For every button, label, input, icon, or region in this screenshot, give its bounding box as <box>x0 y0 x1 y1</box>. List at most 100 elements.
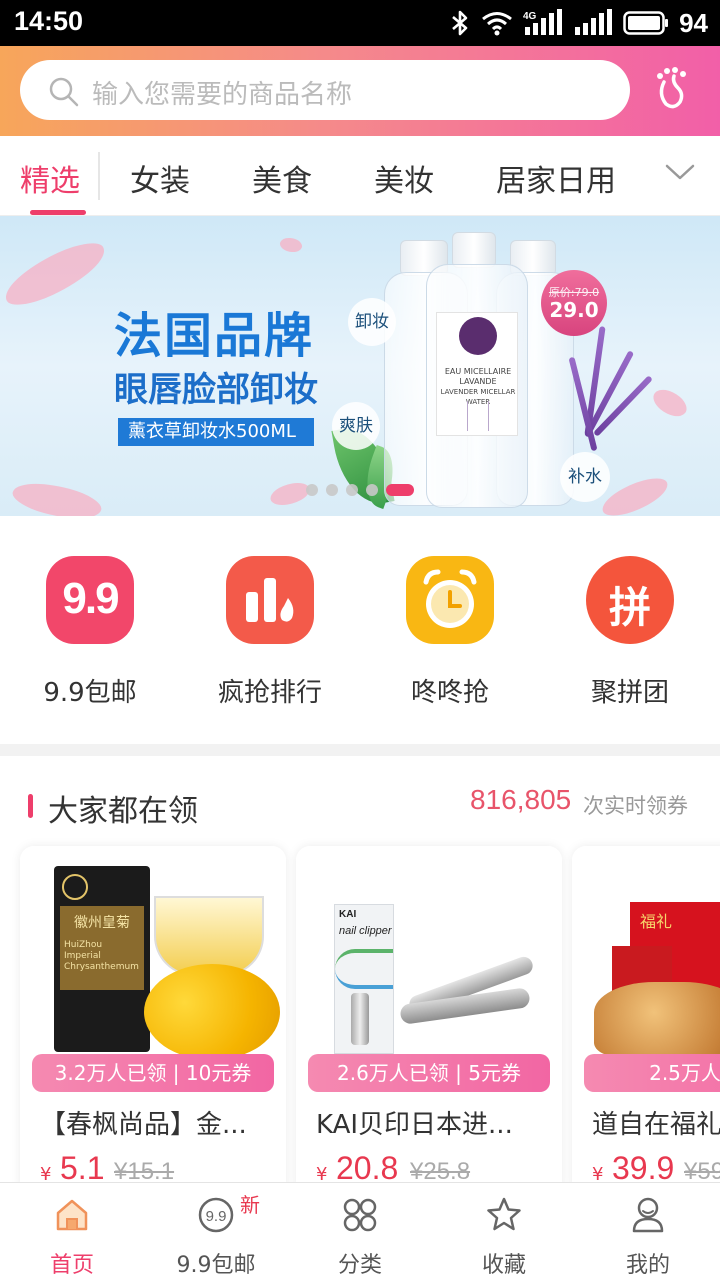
banner-title: 法国品牌 <box>114 308 315 364</box>
battery-icon <box>623 11 669 35</box>
category-icon <box>338 1193 382 1237</box>
carousel-dots <box>306 484 414 496</box>
status-bar: 14:50 4G 94 <box>0 0 720 46</box>
wifi-icon <box>482 12 513 36</box>
package-brand: KAI <box>339 909 357 920</box>
carousel-dot[interactable] <box>346 484 358 496</box>
bluetooth-icon <box>452 10 468 36</box>
banner-tag: 薰衣草卸妆水500ML <box>118 418 314 446</box>
carousel-dot[interactable] <box>306 484 318 496</box>
new-badge: 新 <box>240 1193 260 1217</box>
petal-decoration <box>9 474 105 516</box>
footprint-icon[interactable] <box>650 64 694 112</box>
nuts <box>594 982 720 1058</box>
package-brand: 福礼 <box>640 912 673 931</box>
nav-category[interactable]: 分类 <box>288 1193 432 1279</box>
alarm-clock-icon <box>406 556 494 644</box>
nav-99[interactable]: 9.9 9.9包邮 <box>144 1193 288 1279</box>
quick-link-label: 9.9包邮 <box>43 678 137 708</box>
quick-links: 9.9 9.9包邮 疯抢排行 咚咚抢 拼 聚拼团 <box>0 516 720 744</box>
package-text: HuiZhou Imperial Chrysanthemum <box>64 940 139 972</box>
bottle-cap <box>452 232 496 268</box>
battery-level: 94 <box>679 7 708 38</box>
quick-link-ranking[interactable]: 疯抢排行 <box>200 556 340 709</box>
product-card[interactable]: 福礼 2.5万人已领 道自在福礼 ¥ 39.9 ¥59 <box>572 846 720 1196</box>
nav-profile[interactable]: 我的 <box>576 1193 720 1279</box>
tab-women[interactable]: 女装 <box>130 156 190 200</box>
quick-link-label: 聚拼团 <box>590 678 669 708</box>
chrysanthemum-flowers <box>144 964 280 1060</box>
status-icons: 4G 94 <box>449 8 708 38</box>
coupon-badge: 3.2万人已领 | 10元券 <box>32 1054 274 1092</box>
coupon-badge: 2.5万人已领 <box>584 1054 720 1092</box>
category-tabs: 精选 女装 美食 美妆 居家日用 <box>0 136 720 216</box>
search-placeholder[interactable]: 输入您需要的商品名称 <box>92 74 352 111</box>
bottle-text-2: LAVANDE <box>459 377 497 386</box>
bubble-label: 补水 <box>560 452 610 502</box>
tab-divider <box>98 152 100 200</box>
search-box[interactable]: 输入您需要的商品名称 <box>20 60 630 120</box>
profile-icon <box>626 1193 670 1237</box>
ranking-icon <box>226 556 314 644</box>
product-title: KAI贝印日本进... <box>316 1110 513 1140</box>
section-accent-bar <box>28 794 33 818</box>
nav-label: 收藏 <box>481 1253 526 1278</box>
lavender-sketch <box>467 401 489 431</box>
bubble-label: 卸妆 <box>348 298 396 346</box>
nav-label: 分类 <box>337 1253 382 1278</box>
popular-coupons-section: 大家都在领 816,805 次实时领券 徽州皇菊 HuiZhou Imperia… <box>0 756 720 1196</box>
bottom-navigation: 首页 9.9 9.9包邮 新 分类 收藏 我的 <box>0 1182 720 1280</box>
svg-text:9.9: 9.9 <box>206 1208 227 1225</box>
claim-count-suffix: 次实时领券 <box>583 794 688 818</box>
product-card[interactable]: KAI nail clipper 2.6万人已领 | 5元券 KAI贝印日本进.… <box>296 846 562 1196</box>
tab-home[interactable]: 居家日用 <box>496 156 616 200</box>
petal-decoration <box>268 480 312 508</box>
bottle-label: EAU MICELLAIRE LAVANDE LAVENDER MICELLAR… <box>436 312 518 436</box>
package-brand: 徽州皇菊 <box>74 915 130 931</box>
nav-favorites[interactable]: 收藏 <box>432 1193 576 1279</box>
product-image: 福礼 <box>572 846 720 1076</box>
chevron-down-icon[interactable] <box>664 162 696 182</box>
banner-subtitle: 眼唇脸部卸妆 <box>114 370 318 410</box>
quick-link-label: 疯抢排行 <box>217 678 322 708</box>
carousel-dot[interactable] <box>326 484 338 496</box>
quick-link-label: 咚咚抢 <box>410 678 489 708</box>
nine-nine-icon: 9.9 <box>46 556 134 644</box>
search-icon <box>49 77 79 107</box>
header: 输入您需要的商品名称 <box>0 46 720 136</box>
nav-label: 9.9包邮 <box>176 1253 256 1278</box>
banner-price: 29.0 <box>549 298 599 322</box>
brand-logo <box>459 317 497 355</box>
product-title: 【春枫尚品】金... <box>40 1110 247 1140</box>
tab-beauty[interactable]: 美妆 <box>374 156 434 200</box>
home-icon <box>50 1193 94 1237</box>
quick-link-flash[interactable]: 咚咚抢 <box>380 556 520 709</box>
price-badge: 原价:79.0 29.0 <box>541 270 607 336</box>
coupon-badge: 2.6万人已领 | 5元券 <box>308 1054 550 1092</box>
tab-food[interactable]: 美食 <box>252 156 312 200</box>
star-icon <box>482 1193 526 1237</box>
product-title: 道自在福礼 <box>592 1110 720 1140</box>
section-title: 大家都在领 <box>48 794 198 829</box>
petal-decoration <box>649 383 691 423</box>
nav-label: 我的 <box>625 1253 670 1278</box>
clipper-package: KAI nail clipper <box>334 904 394 1054</box>
nine-nine-nav-icon: 9.9 <box>194 1193 238 1237</box>
product-image: 徽州皇菊 HuiZhou Imperial Chrysanthemum <box>20 846 286 1076</box>
petal-decoration <box>278 234 304 256</box>
carousel-dot-active[interactable] <box>386 484 414 496</box>
quick-link-99[interactable]: 9.9 9.9包邮 <box>20 556 160 709</box>
promo-banner[interactable]: 法国品牌 眼唇脸部卸妆 薰衣草卸妆水500ML EAU MICELLAIRE L… <box>0 216 720 516</box>
status-time: 14:50 <box>14 6 84 36</box>
product-card[interactable]: 徽州皇菊 HuiZhou Imperial Chrysanthemum 3.2万… <box>20 846 286 1196</box>
carousel-dot[interactable] <box>366 484 378 496</box>
nav-home[interactable]: 首页 <box>0 1193 144 1279</box>
package-text: nail clipper <box>339 925 392 937</box>
tab-featured[interactable]: 精选 <box>20 156 80 200</box>
nav-label: 首页 <box>49 1253 94 1278</box>
signal-4g-icon: 4G <box>523 9 563 35</box>
quick-link-group[interactable]: 拼 聚拼团 <box>560 556 700 709</box>
claim-count: 816,805 <box>470 784 572 815</box>
bubble-label: 爽肤 <box>332 402 380 450</box>
tab-active-indicator <box>30 210 86 215</box>
